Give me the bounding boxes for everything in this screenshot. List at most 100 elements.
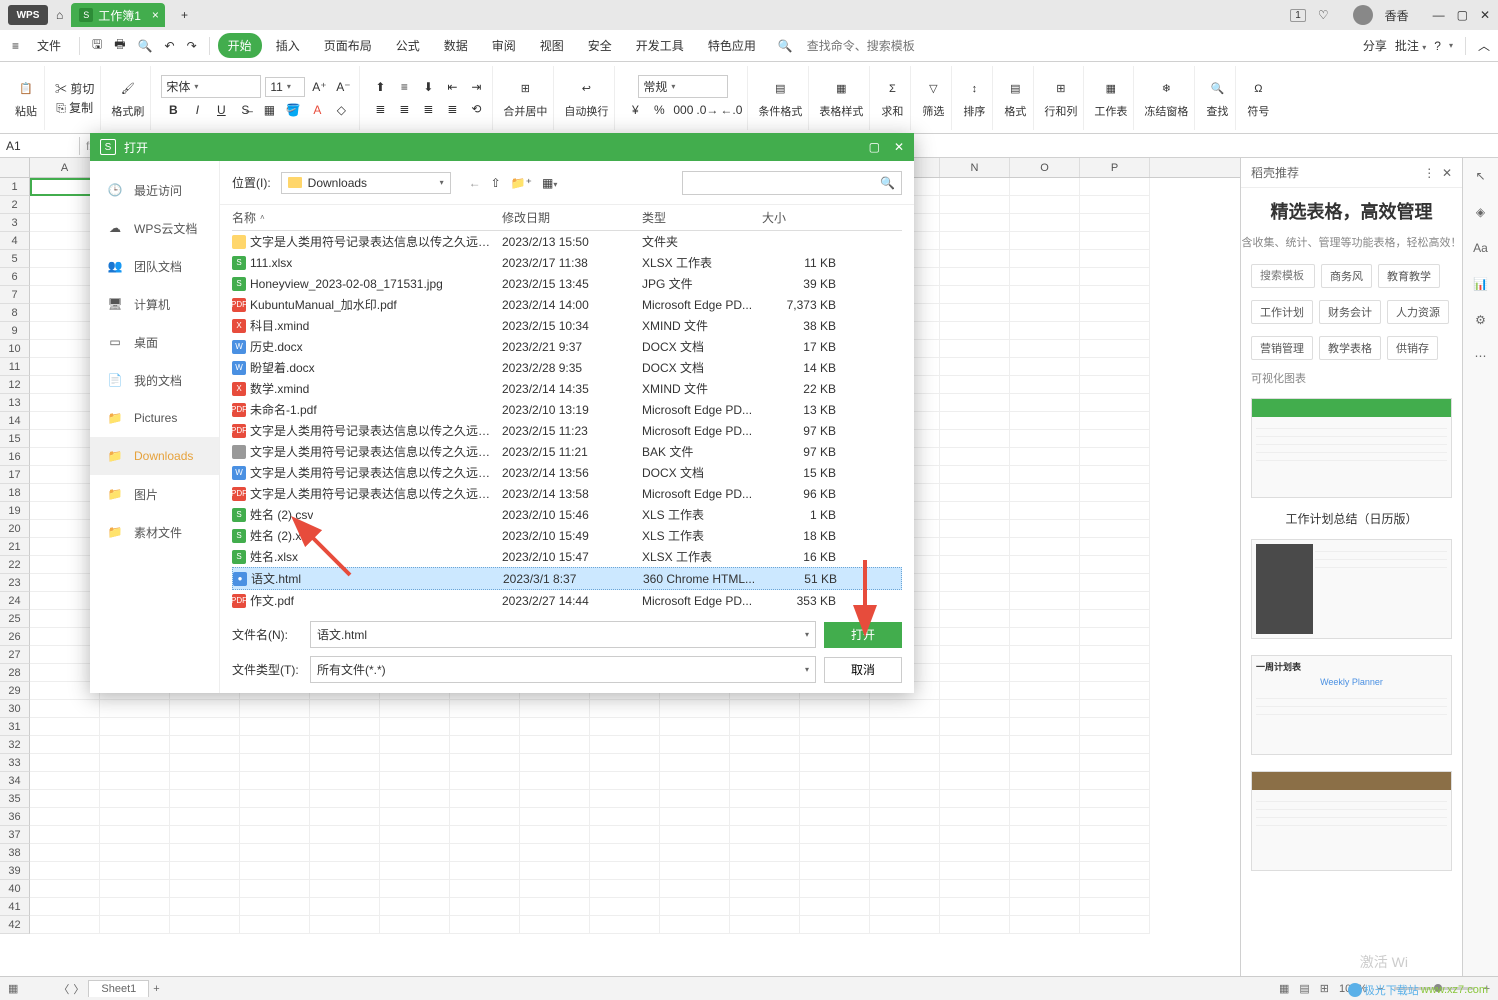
file-row[interactable]: SHoneyview_2023-02-08_171531.jpg2023/2/1… bbox=[232, 273, 902, 294]
dialog-maximize-icon[interactable]: ▢ bbox=[869, 140, 880, 154]
view-icon[interactable]: ▦▾ bbox=[542, 176, 557, 190]
currency-icon[interactable]: ¥ bbox=[625, 100, 645, 120]
row-header[interactable]: 19 bbox=[0, 502, 30, 520]
sidebar-item-桌面[interactable]: ▭桌面 bbox=[90, 323, 219, 361]
row-header[interactable]: 17 bbox=[0, 466, 30, 484]
file-row[interactable]: S姓名.xlsx2023/2/10 15:47XLSX 工作表16 KB bbox=[232, 546, 902, 567]
filetype-select[interactable]: 所有文件(*.*)▾ bbox=[310, 656, 816, 683]
tab-formula[interactable]: 公式 bbox=[386, 33, 430, 58]
row-header[interactable]: 16 bbox=[0, 448, 30, 466]
tag-business[interactable]: 商务风 bbox=[1321, 264, 1372, 288]
add-tab-button[interactable]: + bbox=[173, 3, 196, 27]
view-normal-icon[interactable]: ▦ bbox=[1279, 982, 1289, 995]
row-header[interactable]: 37 bbox=[0, 826, 30, 844]
row-header[interactable]: 26 bbox=[0, 628, 30, 646]
undo-icon[interactable]: ↶ bbox=[161, 35, 179, 57]
dec-dec-icon[interactable]: ←.0 bbox=[721, 100, 741, 120]
tab-data[interactable]: 数据 bbox=[434, 33, 478, 58]
search-input[interactable] bbox=[807, 39, 957, 53]
cut-button[interactable]: ✂ 剪切 bbox=[55, 80, 94, 97]
row-header[interactable]: 11 bbox=[0, 358, 30, 376]
chart-icon[interactable]: 📊 bbox=[1471, 274, 1491, 294]
sidebar-item-图片[interactable]: 📁图片 bbox=[90, 475, 219, 513]
cancel-button[interactable]: 取消 bbox=[824, 657, 902, 683]
row-header[interactable]: 24 bbox=[0, 592, 30, 610]
sidebar-item-计算机[interactable]: 🖥计算机 bbox=[90, 285, 219, 323]
freeze-button[interactable]: ❄冻结窗格 bbox=[1144, 77, 1188, 119]
menu-icon[interactable]: ≡ bbox=[8, 35, 23, 57]
row-header[interactable]: 35 bbox=[0, 790, 30, 808]
file-row[interactable]: PDF文字是人类用符号记录表达信息以传之久远的方式...2023/2/15 11… bbox=[232, 420, 902, 441]
border-icon[interactable]: ▦ bbox=[259, 100, 279, 120]
italic-icon[interactable]: I bbox=[187, 100, 207, 120]
wrap-button[interactable]: ↩自动换行 bbox=[564, 77, 608, 119]
font-name-select[interactable]: 宋体▾ bbox=[161, 75, 261, 98]
more-icon[interactable]: ⋯ bbox=[1471, 346, 1491, 366]
preview-icon[interactable]: 🔍 bbox=[134, 35, 157, 57]
align-middle-icon[interactable]: ≡ bbox=[394, 77, 414, 97]
orientation-icon[interactable]: ⟲ bbox=[466, 99, 486, 119]
find-button[interactable]: 🔍查找 bbox=[1205, 77, 1229, 119]
rowcol-button[interactable]: ⊞行和列 bbox=[1044, 77, 1077, 119]
column-header[interactable]: N bbox=[940, 158, 1010, 177]
avatar[interactable] bbox=[1353, 5, 1373, 25]
increase-font-icon[interactable]: A⁺ bbox=[309, 77, 329, 97]
align-bottom-icon[interactable]: ⬇ bbox=[418, 77, 438, 97]
row-header[interactable]: 2 bbox=[0, 196, 30, 214]
add-sheet-icon[interactable]: + bbox=[153, 983, 159, 995]
symbol-button[interactable]: Ω符号 bbox=[1246, 77, 1270, 119]
select-all-corner[interactable] bbox=[0, 158, 30, 177]
new-folder-icon[interactable]: 📁⁺ bbox=[511, 176, 532, 190]
row-header[interactable]: 15 bbox=[0, 430, 30, 448]
font-size-select[interactable]: 11▾ bbox=[265, 77, 305, 97]
redo-icon[interactable]: ↷ bbox=[183, 35, 201, 57]
row-header[interactable]: 6 bbox=[0, 268, 30, 286]
percent-icon[interactable]: % bbox=[649, 100, 669, 120]
file-row[interactable]: PDF文字是人类用符号记录表达信息以传之久远的方式...2023/2/14 13… bbox=[232, 483, 902, 504]
align-right-icon[interactable]: ≣ bbox=[418, 99, 438, 119]
number-format-select[interactable]: 常规▾ bbox=[638, 75, 728, 98]
help-icon[interactable]: ? bbox=[1434, 39, 1441, 53]
align-left-icon[interactable]: ≣ bbox=[370, 99, 390, 119]
row-header[interactable]: 28 bbox=[0, 664, 30, 682]
view-page-icon[interactable]: ▤ bbox=[1299, 982, 1309, 995]
row-header[interactable]: 39 bbox=[0, 862, 30, 880]
name-box[interactable]: A1 bbox=[0, 137, 80, 155]
bold-icon[interactable]: B bbox=[163, 100, 183, 120]
table-style-button[interactable]: ▦表格样式 bbox=[819, 77, 863, 119]
back-icon[interactable]: ← bbox=[469, 176, 481, 190]
print-icon[interactable]: 🖶 bbox=[110, 31, 129, 60]
format-button[interactable]: ▤格式 bbox=[1003, 77, 1027, 119]
dialog-close-icon[interactable]: ✕ bbox=[894, 140, 904, 154]
underline-icon[interactable]: U bbox=[211, 100, 231, 120]
column-header[interactable]: O bbox=[1010, 158, 1080, 177]
location-select[interactable]: Downloads ▾ bbox=[281, 172, 451, 194]
row-header[interactable]: 42 bbox=[0, 916, 30, 934]
viz-link[interactable]: 可视化图表 bbox=[1251, 373, 1306, 385]
sidebar-item-Pictures[interactable]: 📁Pictures bbox=[90, 399, 219, 437]
close-window-icon[interactable]: ✕ bbox=[1480, 8, 1490, 22]
template-2[interactable] bbox=[1251, 539, 1452, 639]
document-tab[interactable]: S 工作簿1 × bbox=[71, 3, 165, 27]
tab-security[interactable]: 安全 bbox=[578, 33, 622, 58]
tab-dev[interactable]: 开发工具 bbox=[626, 33, 694, 58]
minimize-icon[interactable]: — bbox=[1433, 8, 1445, 22]
tag-hr[interactable]: 人力资源 bbox=[1387, 300, 1449, 324]
col-date-header[interactable]: 修改日期 bbox=[502, 209, 642, 226]
up-icon[interactable]: ⇧ bbox=[491, 176, 501, 190]
row-header[interactable]: 7 bbox=[0, 286, 30, 304]
tag-edu[interactable]: 教育教学 bbox=[1378, 264, 1440, 288]
panel-close-icon[interactable]: ✕ bbox=[1442, 166, 1452, 180]
sort-button[interactable]: ↕排序 bbox=[962, 77, 986, 119]
tab-view[interactable]: 视图 bbox=[530, 33, 574, 58]
row-header[interactable]: 9 bbox=[0, 322, 30, 340]
save-icon[interactable]: 🖫 bbox=[88, 31, 106, 60]
file-row[interactable]: X科目.xmind2023/2/15 10:34XMIND 文件38 KB bbox=[232, 315, 902, 336]
file-row[interactable]: W盼望着.docx2023/2/28 9:35DOCX 文档14 KB bbox=[232, 357, 902, 378]
style-icon[interactable]: Aa bbox=[1471, 238, 1491, 258]
sidebar-item-素材文件[interactable]: 📁素材文件 bbox=[90, 513, 219, 551]
row-header[interactable]: 23 bbox=[0, 574, 30, 592]
dec-inc-icon[interactable]: .0→ bbox=[697, 100, 717, 120]
indent-inc-icon[interactable]: ⇥ bbox=[466, 77, 486, 97]
maximize-icon[interactable]: ▢ bbox=[1457, 8, 1468, 22]
